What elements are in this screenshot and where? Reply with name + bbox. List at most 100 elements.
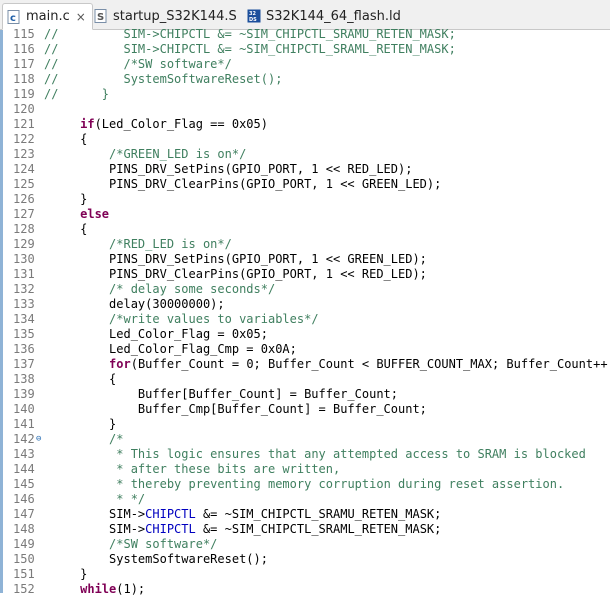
line-number: 130: [13, 252, 35, 266]
line-number: 117: [13, 57, 35, 71]
code-line[interactable]: 142 ⊖ /*: [0, 432, 610, 447]
keyword-token: else: [80, 207, 110, 221]
code-text: * */: [44, 492, 145, 507]
line-number: 150: [13, 552, 35, 566]
code-line[interactable]: 140 Buffer_Cmp[Buffer_Count] = Buffer_Co…: [0, 402, 610, 417]
code-line[interactable]: 146 * */: [0, 492, 610, 507]
code-text: PINS_DRV_ClearPins(GPIO_PORT, 1 << RED_L…: [44, 267, 427, 282]
code-line[interactable]: 136 Led_Color_Flag_Cmp = 0x0A;: [0, 342, 610, 357]
code-text: /* delay some seconds*/: [44, 282, 275, 297]
code-text: if(Led_Color_Flag == 0x05): [44, 117, 268, 132]
code-line[interactable]: 117 // /*SW software*/: [0, 57, 610, 72]
code-line[interactable]: 134 /*write values to variables*/: [0, 312, 610, 327]
code-token: }: [44, 417, 117, 431]
code-token: SystemSoftwareReset();: [44, 552, 268, 566]
comment-token: // SIM->CHIPCTL &= ~SIM_CHIPCTL_SRAML_RE…: [44, 42, 456, 56]
comment-token: /*: [109, 432, 124, 446]
code-line[interactable]: 150 SystemSoftwareReset();: [0, 552, 610, 567]
code-line[interactable]: 115 // SIM->CHIPCTL &= ~SIM_CHIPCTL_SRAMU…: [0, 27, 610, 42]
code-line[interactable]: 137 for(Buffer_Count = 0; Buffer_Count <…: [0, 357, 610, 372]
code-line[interactable]: 127 else: [0, 207, 610, 222]
tab-startup-s[interactable]: S startup_S32K144.S: [94, 3, 237, 29]
code-token: {: [44, 222, 88, 236]
code-token: Led_Color_Flag = 0x05;: [44, 327, 268, 341]
code-line[interactable]: 129 /*RED_LED is on*/: [0, 237, 610, 252]
code-token: PINS_DRV_SetPins(GPIO_PORT, 1 << RED_LED…: [44, 162, 413, 176]
line-number: 147: [13, 507, 35, 521]
code-line[interactable]: 152 while(1);: [0, 582, 610, 597]
line-number: 133: [13, 297, 35, 311]
code-text: // SIM->CHIPCTL &= ~SIM_CHIPCTL_SRAML_RE…: [44, 42, 456, 57]
code-line[interactable]: 130 PINS_DRV_SetPins(GPIO_PORT, 1 << GRE…: [0, 252, 610, 267]
line-number: 124: [13, 162, 35, 176]
line-number: 143: [13, 447, 35, 461]
tab-label: main.c: [26, 9, 70, 24]
code-token: PINS_DRV_SetPins(GPIO_PORT, 1 << GREEN_L…: [44, 252, 427, 266]
line-number: 134: [13, 312, 35, 326]
code-line[interactable]: 138 {: [0, 372, 610, 387]
code-line[interactable]: 123 /*GREEN_LED is on*/: [0, 147, 610, 162]
code-line[interactable]: 120: [0, 102, 610, 117]
linker-file-icon: 32 DS: [247, 9, 261, 23]
line-number: 127: [13, 207, 35, 221]
code-line[interactable]: 121 if(Led_Color_Flag == 0x05): [0, 117, 610, 132]
code-line[interactable]: 126 }: [0, 192, 610, 207]
code-line[interactable]: 139 Buffer[Buffer_Count] = Buffer_Count;: [0, 387, 610, 402]
code-text: /*RED_LED is on*/: [44, 237, 232, 252]
code-line[interactable]: 132 /* delay some seconds*/: [0, 282, 610, 297]
code-line[interactable]: 133 delay(30000000);: [0, 297, 610, 312]
keyword-token: for: [109, 357, 131, 371]
code-line[interactable]: 143 * This logic ensures that any attemp…: [0, 447, 610, 462]
code-text: delay(30000000);: [44, 297, 225, 312]
code-token: (Buffer_Count = 0; Buffer_Count < BUFFER…: [130, 357, 610, 371]
code-line[interactable]: 144 * after these bits are written,: [0, 462, 610, 477]
member-token: CHIPCTL: [145, 507, 196, 521]
code-editor[interactable]: 115 // SIM->CHIPCTL &= ~SIM_CHIPCTL_SRAMU…: [0, 27, 610, 596]
code-line[interactable]: 151 }: [0, 567, 610, 582]
code-line[interactable]: 145 * thereby preventing memory corrupti…: [0, 477, 610, 492]
code-text: * This logic ensures that any attempted …: [44, 447, 586, 462]
line-number: 138: [13, 372, 35, 386]
line-number: 118: [13, 72, 35, 86]
fold-collapse-icon[interactable]: ⊖: [36, 432, 41, 447]
line-number: 152: [13, 582, 35, 596]
tab-linker-ld[interactable]: 32 DS S32K144_64_flash.ld: [247, 3, 401, 29]
code-line[interactable]: 125 PINS_DRV_ClearPins(GPIO_PORT, 1 << G…: [0, 177, 610, 192]
line-number: 141: [13, 417, 35, 431]
close-tab-icon[interactable]: ×: [76, 10, 86, 24]
code-token: }: [44, 567, 88, 581]
tab-main-c[interactable]: c main.c ×: [2, 3, 93, 30]
code-token: Led_Color_Flag_Cmp = 0x0A;: [44, 342, 297, 356]
comment-token: /*write values to variables*/: [109, 312, 319, 326]
code-text: // }: [44, 87, 109, 102]
code-text: // /*SW software*/: [44, 57, 232, 72]
code-line[interactable]: 147 SIM->CHIPCTL &= ~SIM_CHIPCTL_SRAMU_R…: [0, 507, 610, 522]
svg-text:c: c: [10, 13, 16, 24]
code-token: PINS_DRV_ClearPins(GPIO_PORT, 1 << RED_L…: [44, 267, 427, 281]
line-number: 119: [13, 87, 35, 101]
code-text: * after these bits are written,: [44, 462, 340, 477]
code-line[interactable]: 141 }: [0, 417, 610, 432]
code-line[interactable]: 128 {: [0, 222, 610, 237]
code-line[interactable]: 119 // }: [0, 87, 610, 102]
code-token: &= ~SIM_CHIPCTL_SRAMU_RETEN_MASK;: [195, 507, 442, 521]
code-line[interactable]: 148 SIM->CHIPCTL &= ~SIM_CHIPCTL_SRAML_R…: [0, 522, 610, 537]
tab-label: startup_S32K144.S: [113, 8, 237, 24]
code-line[interactable]: 118 // SystemSoftwareReset();: [0, 72, 610, 87]
code-line[interactable]: 124 PINS_DRV_SetPins(GPIO_PORT, 1 << RED…: [0, 162, 610, 177]
code-line[interactable]: 135 Led_Color_Flag = 0x05;: [0, 327, 610, 342]
code-line[interactable]: 116 // SIM->CHIPCTL &= ~SIM_CHIPCTL_SRAML…: [0, 42, 610, 57]
code-line[interactable]: 122 {: [0, 132, 610, 147]
editor-tab-bar: c main.c × S startup_S32K144.S 32 DS S32K…: [0, 0, 610, 30]
code-line[interactable]: 149 /*SW software*/: [0, 537, 610, 552]
comment-token: * */: [109, 492, 146, 506]
code-text: Led_Color_Flag = 0x05;: [44, 327, 268, 342]
code-line[interactable]: 131 PINS_DRV_ClearPins(GPIO_PORT, 1 << R…: [0, 267, 610, 282]
code-token: PINS_DRV_ClearPins(GPIO_PORT, 1 << GREEN…: [44, 177, 442, 191]
